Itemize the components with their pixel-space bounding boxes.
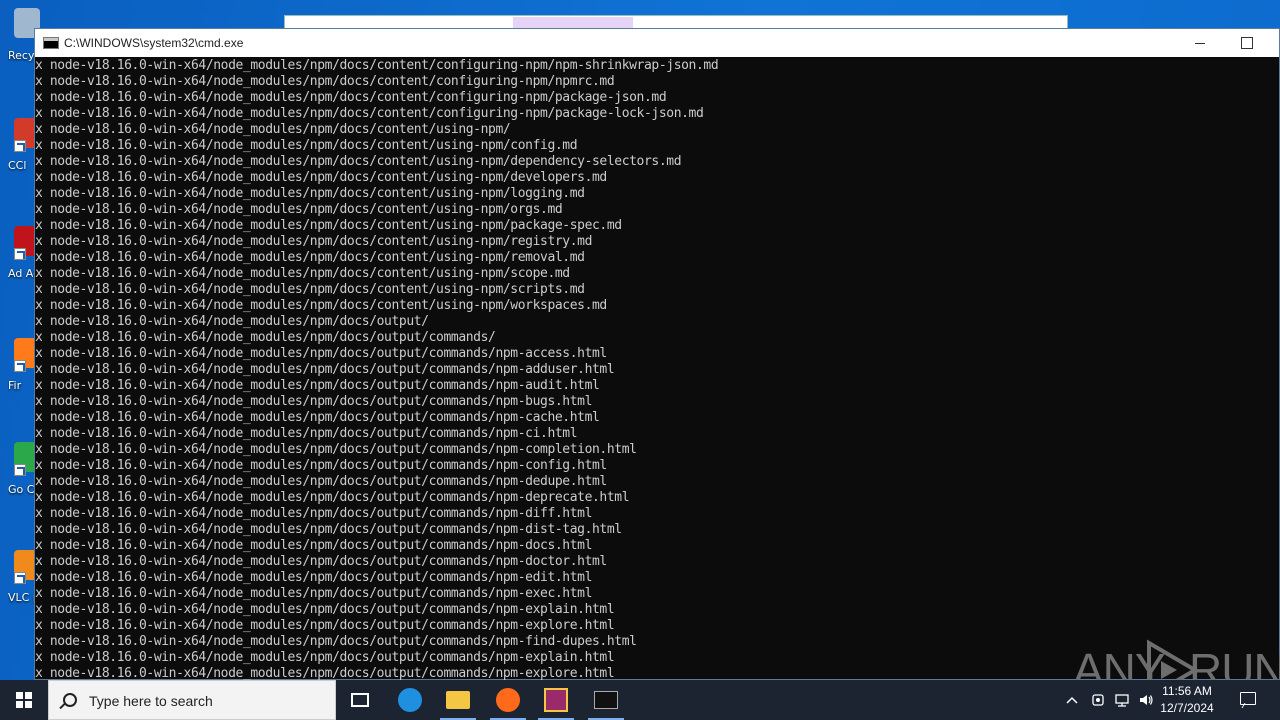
console-line: x node-v18.16.0-win-x64/node_modules/npm…	[35, 538, 592, 553]
anyrun-watermark: ANY RUN	[1073, 635, 1280, 680]
cmd-window[interactable]: C:\WINDOWS\system32\cmd.exe x node-v18.1…	[34, 28, 1280, 680]
minimize-button[interactable]	[1177, 29, 1223, 57]
taskbar-task-view[interactable]	[336, 680, 384, 720]
console-line: x node-v18.16.0-win-x64/node_modules/npm…	[35, 634, 637, 649]
console-line: x node-v18.16.0-win-x64/node_modules/npm…	[35, 218, 622, 233]
taskbar-cmd[interactable]	[582, 680, 630, 720]
shortcut-arrow-icon	[14, 248, 26, 260]
windows-logo-icon	[16, 692, 23, 699]
taskbar-search-box[interactable]: Type here to search	[48, 680, 336, 720]
console-line: x node-v18.16.0-win-x64/node_modules/npm…	[35, 602, 615, 617]
system-tray: 11:56 AM 12/7/2024	[1060, 680, 1280, 720]
winrar-icon	[544, 688, 568, 712]
clock-time[interactable]: 11:56 AM	[1152, 684, 1222, 698]
console-line: x node-v18.16.0-win-x64/node_modules/npm…	[35, 506, 592, 521]
taskbar-file-explorer[interactable]	[434, 680, 482, 720]
console-line: x node-v18.16.0-win-x64/node_modules/npm…	[35, 618, 615, 633]
console-line: x node-v18.16.0-win-x64/node_modules/npm…	[35, 106, 704, 121]
taskbar-winrar[interactable]	[532, 680, 580, 720]
console-line: x node-v18.16.0-win-x64/node_modules/npm…	[35, 362, 615, 377]
console-line: x node-v18.16.0-win-x64/node_modules/npm…	[35, 410, 600, 425]
console-line: x node-v18.16.0-win-x64/node_modules/npm…	[35, 378, 600, 393]
console-line: x node-v18.16.0-win-x64/node_modules/npm…	[35, 58, 719, 73]
meet-now-icon[interactable]	[1090, 692, 1106, 708]
taskbar-edge[interactable]	[386, 680, 434, 720]
file-explorer-icon	[446, 691, 470, 709]
taskbar: Type here to search 11:56 AM 12/7/2024	[0, 680, 1280, 720]
console-line: x node-v18.16.0-win-x64/node_modules/npm…	[35, 74, 615, 89]
desktop: RecyCClAd AcrFirGo ChrVLC pl C:\WINDOWS\…	[0, 0, 1280, 680]
console-line: x node-v18.16.0-win-x64/node_modules/npm…	[35, 250, 585, 265]
search-icon	[63, 693, 77, 707]
cmd-app-icon	[43, 37, 59, 49]
shortcut-arrow-icon	[14, 140, 26, 152]
search-placeholder: Type here to search	[89, 693, 213, 709]
start-button[interactable]	[0, 680, 48, 720]
console-line: x node-v18.16.0-win-x64/node_modules/npm…	[35, 282, 585, 297]
taskbar-firefox[interactable]	[484, 680, 532, 720]
background-explorer-window[interactable]	[284, 15, 1068, 29]
cmd-titlebar[interactable]: C:\WINDOWS\system32\cmd.exe	[35, 29, 1279, 57]
console-output[interactable]: x node-v18.16.0-win-x64/node_modules/npm…	[35, 57, 1280, 680]
network-icon[interactable]	[1114, 692, 1130, 708]
clock-date[interactable]: 12/7/2024	[1152, 701, 1222, 715]
console-line: x node-v18.16.0-win-x64/node_modules/npm…	[35, 298, 607, 313]
console-line: x node-v18.16.0-win-x64/node_modules/npm…	[35, 314, 429, 329]
console-line: x node-v18.16.0-win-x64/node_modules/npm…	[35, 650, 615, 665]
console-line: x node-v18.16.0-win-x64/node_modules/npm…	[35, 154, 682, 169]
console-line: x node-v18.16.0-win-x64/node_modules/npm…	[35, 186, 585, 201]
console-line: x node-v18.16.0-win-x64/node_modules/npm…	[35, 490, 630, 505]
console-line: x node-v18.16.0-win-x64/node_modules/npm…	[35, 442, 637, 457]
shortcut-arrow-icon	[14, 572, 26, 584]
console-line: x node-v18.16.0-win-x64/node_modules/npm…	[35, 170, 607, 185]
console-line: x node-v18.16.0-win-x64/node_modules/npm…	[35, 554, 607, 569]
maximize-button[interactable]	[1223, 29, 1269, 57]
shortcut-arrow-icon	[14, 360, 26, 372]
watermark-text-right: RUN	[1189, 644, 1280, 680]
console-line: x node-v18.16.0-win-x64/node_modules/npm…	[35, 266, 570, 281]
console-line: x node-v18.16.0-win-x64/node_modules/npm…	[35, 346, 607, 361]
console-line: x node-v18.16.0-win-x64/node_modules/npm…	[35, 586, 592, 601]
shortcut-arrow-icon	[14, 464, 26, 476]
console-line: x node-v18.16.0-win-x64/node_modules/npm…	[35, 522, 622, 537]
chevron-up-icon[interactable]	[1064, 692, 1080, 708]
console-line: x node-v18.16.0-win-x64/node_modules/npm…	[35, 90, 667, 105]
console-line: x node-v18.16.0-win-x64/node_modules/npm…	[35, 234, 592, 249]
cmd-icon	[594, 691, 618, 709]
notification-center-icon[interactable]	[1240, 692, 1256, 705]
task-view-icon	[351, 693, 369, 707]
edge-icon	[398, 688, 422, 712]
console-line: x node-v18.16.0-win-x64/node_modules/npm…	[35, 666, 615, 680]
cmd-window-title: C:\WINDOWS\system32\cmd.exe	[64, 36, 244, 50]
console-line: x node-v18.16.0-win-x64/node_modules/npm…	[35, 474, 607, 489]
console-line: x node-v18.16.0-win-x64/node_modules/npm…	[35, 426, 578, 441]
console-line: x node-v18.16.0-win-x64/node_modules/npm…	[35, 394, 592, 409]
console-line: x node-v18.16.0-win-x64/node_modules/npm…	[35, 330, 496, 345]
console-line: x node-v18.16.0-win-x64/node_modules/npm…	[35, 138, 578, 153]
firefox-icon	[496, 688, 520, 712]
console-line: x node-v18.16.0-win-x64/node_modules/npm…	[35, 570, 592, 585]
console-line: x node-v18.16.0-win-x64/node_modules/npm…	[35, 458, 607, 473]
console-line: x node-v18.16.0-win-x64/node_modules/npm…	[35, 202, 563, 217]
console-line: x node-v18.16.0-win-x64/node_modules/npm…	[35, 122, 511, 137]
